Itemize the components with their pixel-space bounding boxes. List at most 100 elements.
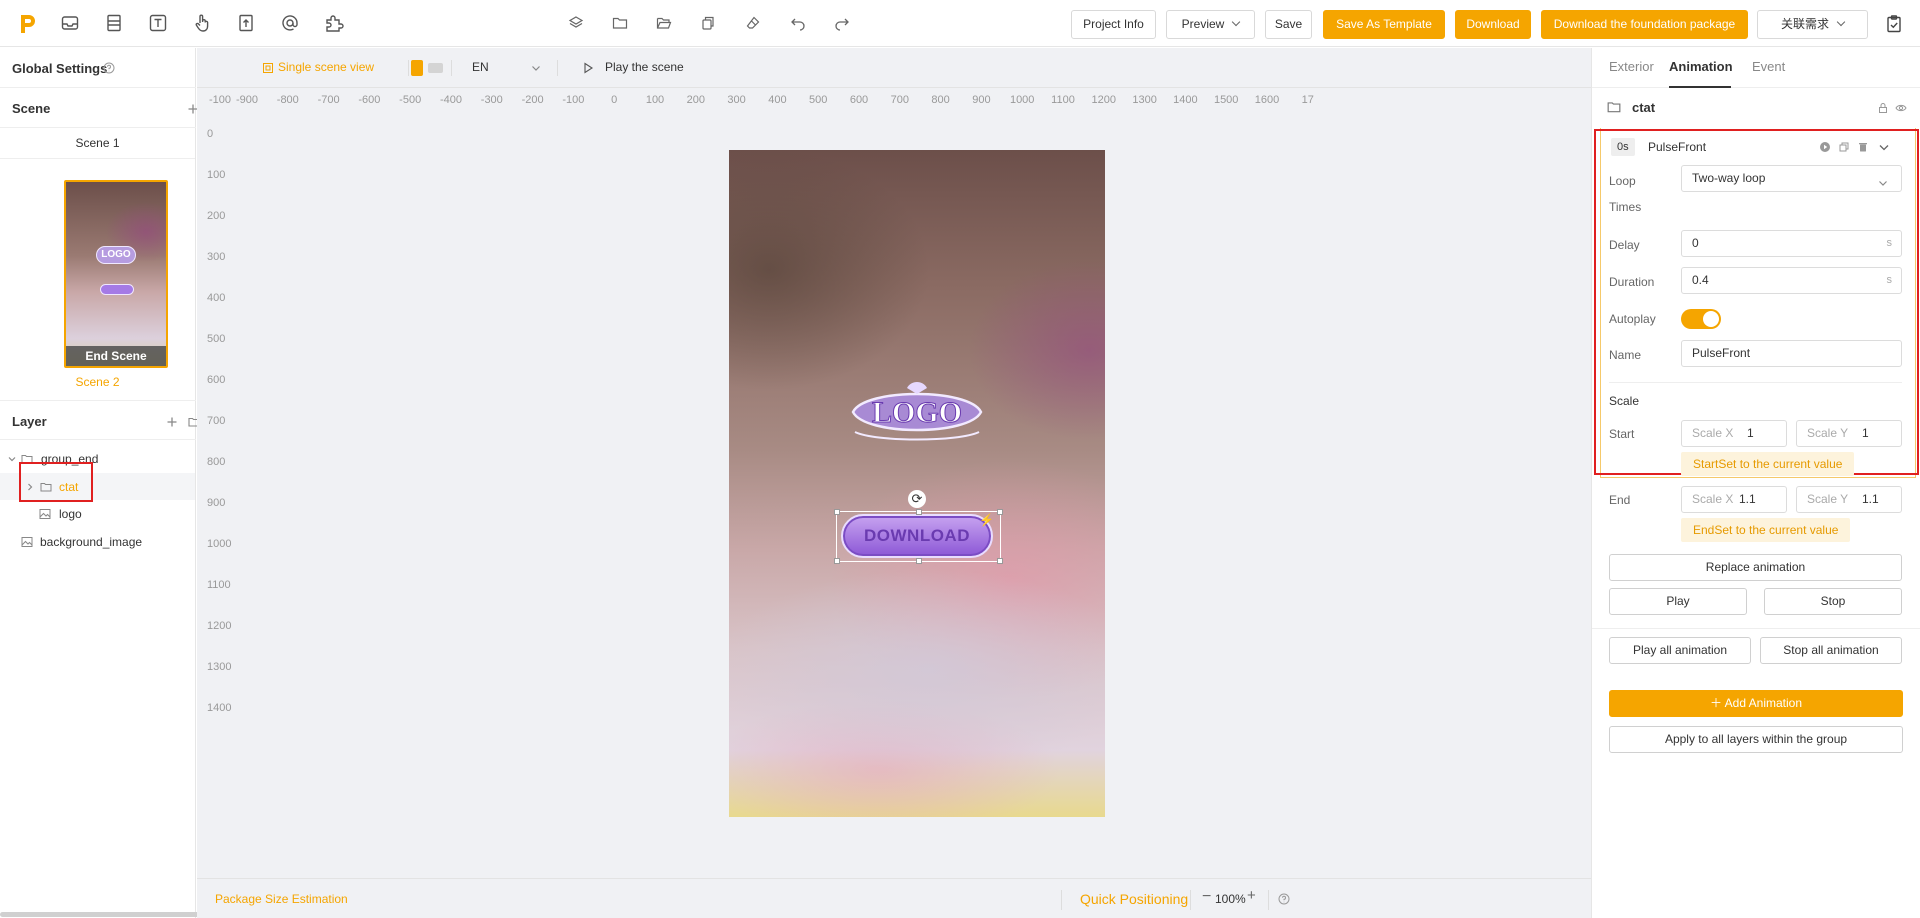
duplicate-icon[interactable] bbox=[1838, 141, 1850, 153]
save-button[interactable]: Save bbox=[1265, 10, 1312, 39]
right-sidebar: Exterior Animation Event ctat 0s PulseFr… bbox=[1591, 48, 1920, 918]
plugin-icon[interactable] bbox=[324, 13, 344, 33]
download-button[interactable]: Download bbox=[1455, 10, 1531, 39]
apply-to-group-button[interactable]: Apply to all layers within the group bbox=[1609, 726, 1903, 753]
ruler-tick-label: 800 bbox=[931, 94, 950, 106]
chevron-down-icon[interactable] bbox=[6, 453, 18, 465]
end-scale-x-input[interactable]: Scale X 1.1 bbox=[1681, 486, 1787, 513]
ruler-tick-label: -300 bbox=[480, 94, 503, 106]
loop-select[interactable]: Two-way loop bbox=[1681, 165, 1902, 192]
stop-all-animation-button[interactable]: Stop all animation bbox=[1760, 637, 1902, 664]
ruler-tick-label: 600 bbox=[849, 94, 869, 106]
play-icon[interactable] bbox=[582, 62, 594, 74]
resize-handle[interactable] bbox=[997, 558, 1003, 564]
ruler-tick-label: 300 bbox=[207, 251, 226, 263]
resize-handle[interactable] bbox=[834, 509, 840, 515]
help-icon[interactable] bbox=[1278, 893, 1290, 905]
play-button[interactable]: Play bbox=[1609, 588, 1747, 615]
delay-input[interactable]: 0 s bbox=[1681, 230, 1902, 257]
end-set-current-button[interactable]: EndSet to the current value bbox=[1681, 518, 1851, 542]
redo-icon[interactable] bbox=[834, 15, 850, 31]
single-scene-icon bbox=[262, 62, 274, 74]
language-select[interactable]: EN bbox=[472, 60, 489, 74]
inbox-icon[interactable] bbox=[60, 13, 80, 33]
download-foundation-package-button[interactable]: Download the foundation package bbox=[1541, 10, 1748, 39]
delete-icon[interactable] bbox=[1857, 141, 1869, 153]
eye-icon[interactable] bbox=[1895, 102, 1907, 114]
animation-name-input[interactable]: PulseFront bbox=[1681, 340, 1902, 367]
duration-input[interactable]: 0.4 s bbox=[1681, 267, 1902, 294]
autoplay-toggle[interactable] bbox=[1681, 309, 1721, 329]
ruler-tick-label: 400 bbox=[207, 292, 226, 304]
folder-icon[interactable] bbox=[612, 15, 628, 31]
chevron-down-icon[interactable] bbox=[530, 62, 542, 74]
scene-1-item[interactable]: Scene 1 bbox=[0, 128, 195, 158]
save-as-template-button[interactable]: Save As Template bbox=[1323, 10, 1445, 39]
resize-handle[interactable] bbox=[916, 558, 922, 564]
tab-exterior[interactable]: Exterior bbox=[1609, 59, 1654, 74]
layout-icon[interactable] bbox=[104, 13, 124, 33]
stop-button[interactable]: Stop bbox=[1764, 588, 1902, 615]
start-scale-x-value: 1 bbox=[1747, 426, 1754, 440]
color-swatch-orange[interactable] bbox=[411, 60, 423, 76]
single-scene-view-toggle[interactable]: Single scene view bbox=[278, 60, 374, 74]
replace-animation-button[interactable]: Replace animation bbox=[1609, 554, 1902, 581]
ruler-tick-label: 100 bbox=[645, 94, 665, 106]
start-scale-y-input[interactable]: Scale Y 1 bbox=[1796, 420, 1902, 447]
divider bbox=[1592, 628, 1920, 629]
lock-icon[interactable] bbox=[1877, 102, 1889, 114]
vertical-ruler: 0 100 200 300 400 500 600 700 800 900 1000 1100 1200… bbox=[197, 112, 237, 878]
resize-handle[interactable] bbox=[997, 509, 1003, 515]
resize-handle[interactable] bbox=[916, 509, 922, 515]
zoom-out-button[interactable]: − bbox=[1202, 888, 1211, 906]
zoom-level: 100% bbox=[1215, 892, 1246, 906]
preview-dropdown[interactable]: Preview bbox=[1166, 10, 1255, 39]
start-scale-x-input[interactable]: Scale X 1 bbox=[1681, 420, 1787, 447]
color-swatch-gray[interactable] bbox=[428, 63, 443, 73]
play-scene-button[interactable]: Play the scene bbox=[605, 60, 684, 74]
divider bbox=[557, 60, 558, 76]
add-animation-button[interactable]: ＋ Add Animation bbox=[1609, 690, 1903, 717]
project-info-button[interactable]: Project Info bbox=[1071, 10, 1156, 39]
clipboard-check-icon[interactable] bbox=[1884, 14, 1904, 34]
scene-2-label[interactable]: Scene 2 bbox=[0, 375, 195, 389]
layer-item-background-image[interactable]: background_image bbox=[0, 528, 195, 555]
zoom-in-button[interactable]: + bbox=[1247, 887, 1256, 904]
quick-positioning-button[interactable]: Quick Positioning bbox=[1080, 891, 1188, 907]
tab-event[interactable]: Event bbox=[1752, 59, 1785, 74]
ruler-tick-label: -800 bbox=[276, 94, 299, 106]
scale-y-prefix: Scale Y bbox=[1807, 492, 1849, 506]
ruler-tick-label: -900 bbox=[235, 94, 259, 106]
folder-open-icon[interactable] bbox=[656, 15, 672, 31]
at-icon[interactable] bbox=[280, 13, 300, 33]
upload-file-icon[interactable] bbox=[236, 13, 256, 33]
autoplay-label: Autoplay bbox=[1609, 312, 1656, 326]
resize-handle[interactable] bbox=[834, 558, 840, 564]
chevron-down-icon bbox=[1232, 17, 1241, 27]
help-icon[interactable] bbox=[103, 62, 115, 74]
play-all-animation-button[interactable]: Play all animation bbox=[1609, 637, 1751, 664]
rotate-handle-icon[interactable]: ⟳ bbox=[908, 490, 926, 508]
copy-icon[interactable] bbox=[700, 15, 716, 31]
eraser-icon[interactable] bbox=[745, 15, 761, 31]
hand-pointer-icon[interactable] bbox=[192, 13, 212, 33]
divider bbox=[1609, 382, 1902, 383]
end-scale-y-input[interactable]: Scale Y 1.1 bbox=[1796, 486, 1902, 513]
layers-icon[interactable] bbox=[568, 15, 584, 31]
start-set-current-button[interactable]: StartSet to the current value bbox=[1681, 452, 1855, 476]
related-requirements-dropdown[interactable]: 关联需求 bbox=[1757, 10, 1868, 39]
tab-animation[interactable]: Animation bbox=[1669, 59, 1733, 74]
scene-canvas-preview[interactable]: LOGO ⟳ DOWNLOAD ⚡ bbox=[729, 150, 1105, 817]
undo-icon[interactable] bbox=[790, 15, 806, 31]
scene-2-thumbnail[interactable]: LOGO End Scene bbox=[64, 180, 168, 368]
horizontal-scrollbar[interactable] bbox=[0, 912, 224, 917]
layer-item-logo[interactable]: logo bbox=[0, 500, 195, 527]
scale-x-prefix: Scale X bbox=[1692, 492, 1734, 506]
text-icon[interactable] bbox=[148, 13, 168, 33]
add-layer-icon[interactable] bbox=[166, 416, 178, 428]
global-settings-header[interactable]: Global Settings bbox=[0, 48, 222, 88]
package-size-estimation-link[interactable]: Package Size Estimation bbox=[215, 892, 348, 906]
chevron-down-icon[interactable] bbox=[1878, 141, 1890, 153]
logo-image[interactable]: LOGO bbox=[845, 378, 989, 446]
play-circle-icon[interactable] bbox=[1819, 141, 1831, 153]
